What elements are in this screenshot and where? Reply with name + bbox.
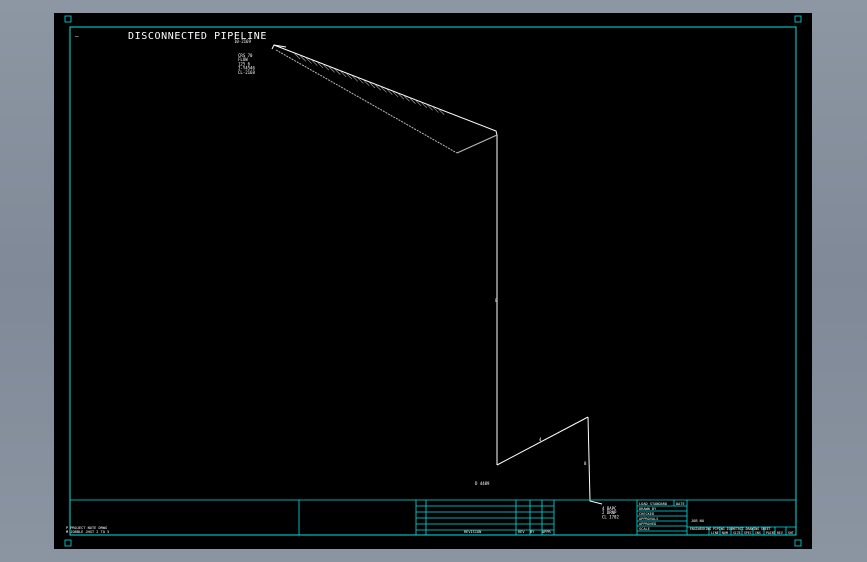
- corner-mark: [64, 15, 72, 23]
- corner-mark: [64, 539, 72, 547]
- title-cell: LINE: [711, 531, 719, 535]
- approval-row: APPROVED: [639, 522, 656, 526]
- drawing-viewport[interactable]: DISCONNECTED PIPELINE — 10-2169 CRS 70 FL…: [54, 13, 812, 549]
- axis-label: —: [75, 33, 79, 40]
- date-label: DATE: [676, 502, 685, 506]
- title-cell: SPEC: [744, 531, 752, 535]
- hatch-pattern: [293, 52, 445, 115]
- title-cell: PAINT: [766, 531, 776, 535]
- title-cell: NUM: [722, 531, 728, 535]
- approval-row: DRAWN BY: [639, 507, 657, 511]
- approval-row: APPROVALS: [639, 517, 658, 521]
- revision-header: REVISION: [464, 530, 481, 534]
- rev-col-header: REV: [518, 530, 525, 534]
- rev-col-header: APPR: [542, 530, 551, 534]
- cad-canvas: DISCONNECTED PIPELINE — 10-2169 CRS 70FL…: [64, 15, 802, 547]
- low-tag: D 4489: [475, 481, 490, 486]
- end-label-line: CL 1702: [602, 514, 619, 519]
- corner-mark: [794, 539, 802, 547]
- approval-row: CHECKED: [639, 512, 654, 516]
- title-cell: SHT: [788, 531, 794, 535]
- title-block: [70, 499, 796, 535]
- projection-line: [456, 134, 498, 154]
- corner-marks: [64, 15, 802, 547]
- title-note: M JOBBLE JHGT 2 TO 5: [66, 530, 109, 534]
- projection-line: [275, 49, 458, 154]
- pipeline-geometry: [271, 44, 603, 505]
- title-cell: SIZE: [733, 531, 741, 535]
- job-label: JOB NO: [691, 519, 704, 523]
- start-label-line: CL-2168: [238, 70, 255, 75]
- drawing-frame: [69, 26, 797, 536]
- pipe-diagonal-run: [496, 416, 589, 466]
- pipe-top-run: [273, 44, 498, 136]
- short-tag: 8: [584, 461, 587, 466]
- approval-row: LOAD STANDARD: [639, 502, 667, 506]
- start-label-block: CRS 70FLOW125 63-Y4546CL-2168: [238, 53, 255, 75]
- mid-tag: 8: [495, 298, 498, 303]
- title-cell: INS: [755, 531, 761, 535]
- corner-mark: [794, 15, 802, 23]
- start-tag: 10-2169: [234, 39, 251, 44]
- approval-row: SCALE: [639, 527, 650, 531]
- end-label-block: 4 BAPC2 DRNPCL 1702: [602, 506, 619, 519]
- pipe-short-vertical: [587, 416, 603, 505]
- title-cell: REV: [777, 531, 783, 535]
- rev-col-header: BY: [530, 530, 535, 534]
